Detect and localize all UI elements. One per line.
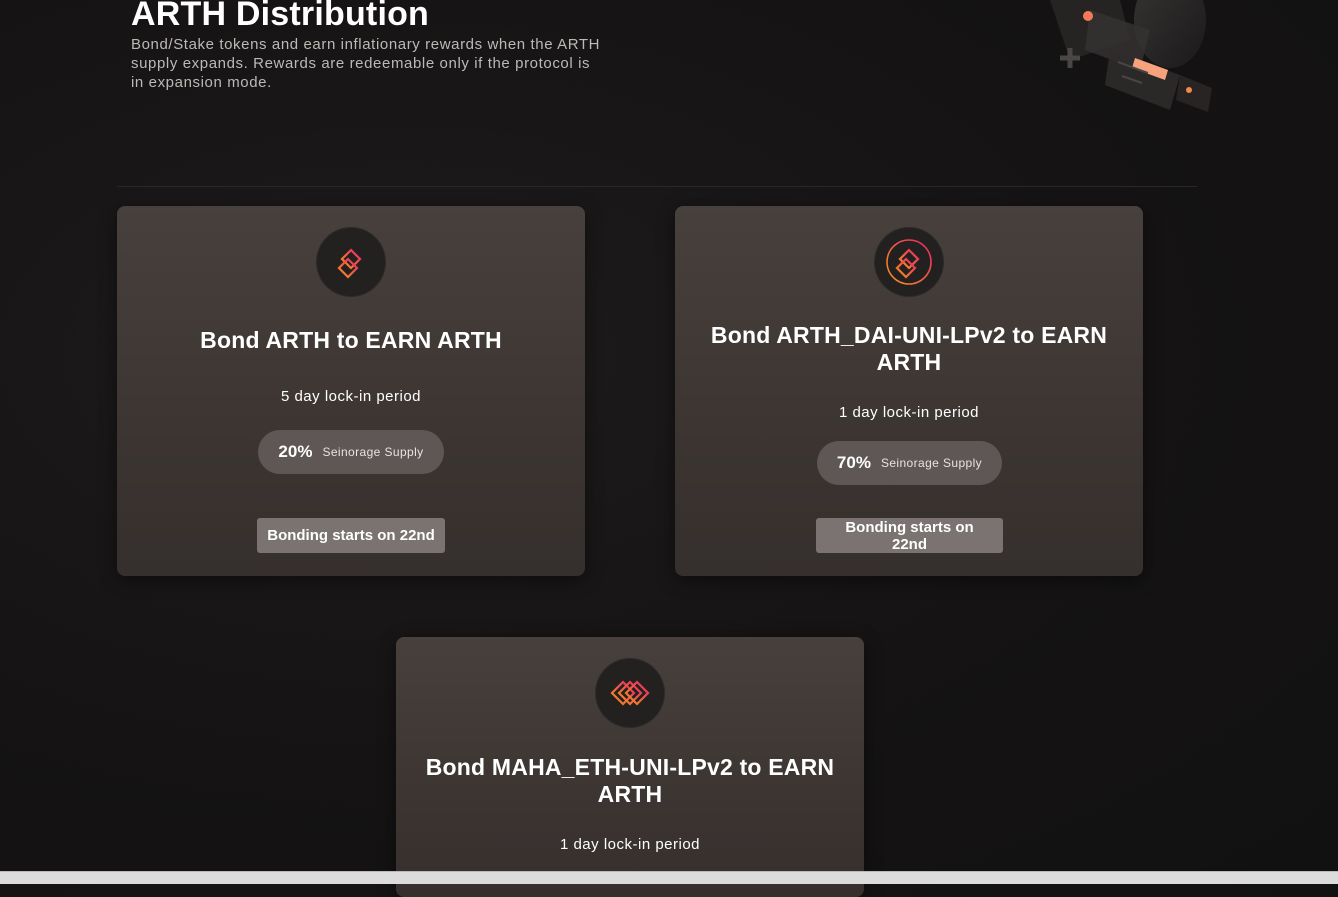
bonding-starts-button[interactable]: Bonding starts on 22nd bbox=[816, 518, 1003, 553]
bond-card-maha-eth-lp: Bond MAHA_ETH-UNI-LPv2 to EARN ARTH 1 da… bbox=[396, 637, 864, 897]
supply-percent: 20% bbox=[278, 442, 313, 461]
seinorage-supply-badge: 70% Seinorage Supply bbox=[817, 441, 1002, 485]
seinorage-supply-badge: 20% Seinorage Supply bbox=[258, 430, 444, 474]
supply-label: Seinorage Supply bbox=[322, 445, 424, 459]
supply-percent: 70% bbox=[836, 453, 871, 472]
maha-eth-lp-token-icon bbox=[596, 659, 664, 727]
page-title: ARTH Distribution bbox=[131, 0, 430, 33]
arth-token-icon bbox=[317, 228, 385, 296]
section-divider bbox=[117, 186, 1197, 187]
lock-period: 1 day lock-in period bbox=[559, 836, 701, 853]
card-title: Bond ARTH to EARN ARTH bbox=[200, 327, 502, 353]
supply-label: Seinorage Supply bbox=[880, 456, 983, 470]
isometric-illustration-icon bbox=[1050, 0, 1212, 112]
arth-dai-lp-token-icon bbox=[875, 228, 943, 296]
card-title: Bond MAHA_ETH-UNI-LPv2 to EARN ARTH bbox=[425, 754, 835, 807]
bonding-starts-button[interactable]: Bonding starts on 22nd bbox=[257, 518, 445, 553]
page-description: Bond/Stake tokens and earn inflationary … bbox=[131, 36, 601, 91]
bond-card-arth: Bond ARTH to EARN ARTH 5 day lock-in per… bbox=[117, 206, 585, 576]
lock-period: 5 day lock-in period bbox=[280, 388, 422, 405]
lock-period: 1 day lock-in period bbox=[838, 404, 980, 421]
card-title: Bond ARTH_DAI-UNI-LPv2 to EARN ARTH bbox=[710, 322, 1108, 375]
bond-card-arth-dai-lp: Bond ARTH_DAI-UNI-LPv2 to EARN ARTH 1 da… bbox=[675, 206, 1143, 576]
horizontal-scrollbar[interactable] bbox=[0, 871, 1338, 884]
